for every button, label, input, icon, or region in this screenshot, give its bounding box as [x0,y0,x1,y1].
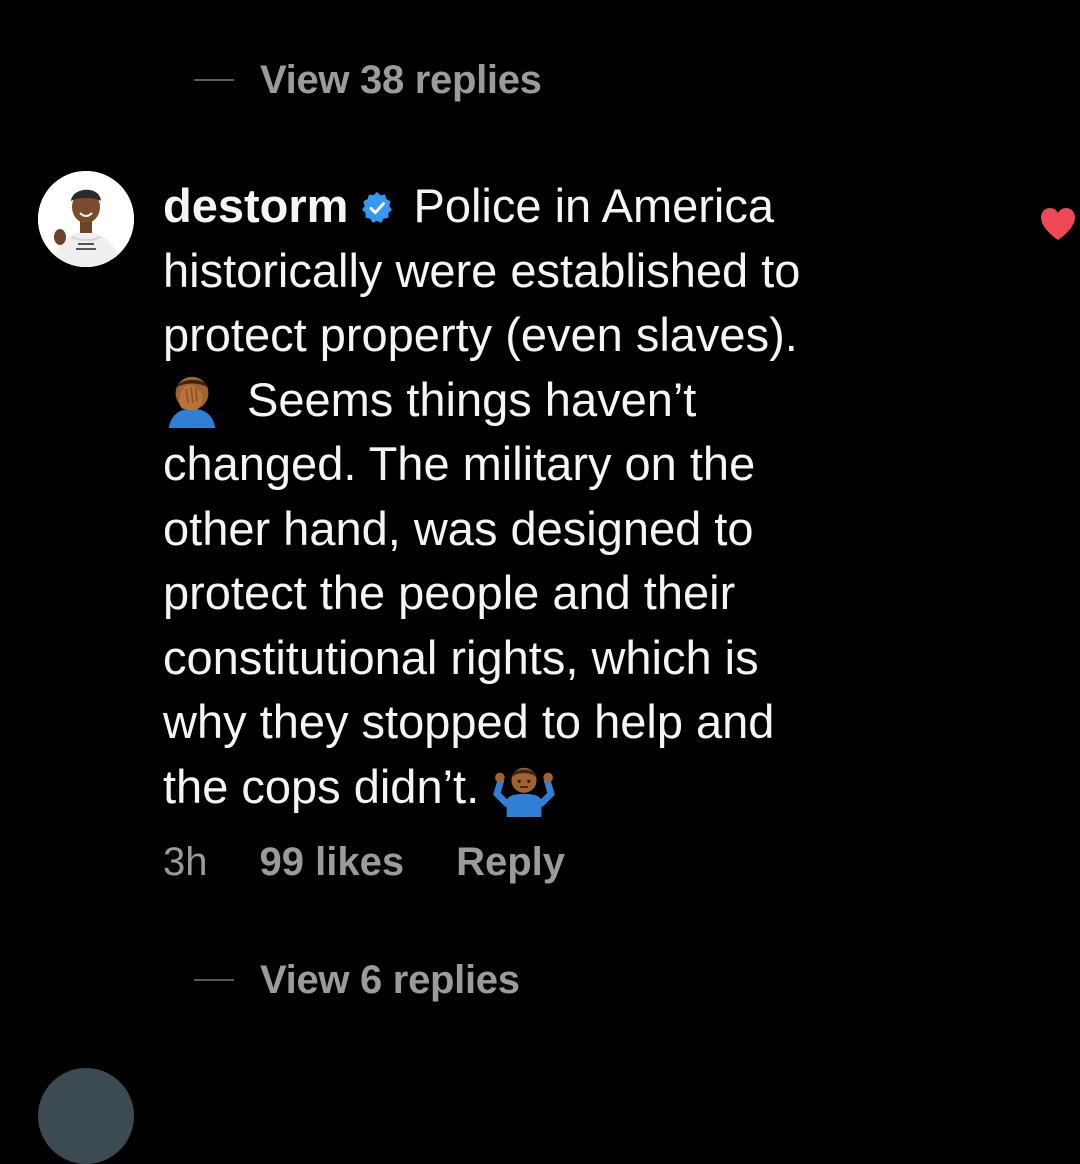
verified-badge-icon [362,191,393,223]
comment-text-line: constitutional rights, which is [163,630,759,684]
view-replies-label: View 38 replies [260,57,542,102]
comment-text-line: Seems things haven’t [247,372,697,426]
view-replies-top[interactable]: View 38 replies [194,50,542,110]
avatar-image [38,171,134,267]
username[interactable]: destorm [163,179,348,232]
heart-icon[interactable] [1039,206,1077,242]
comment-text-line: why they stopped to help and [163,695,775,748]
comment-line-4: Seems things haven’t [163,368,963,433]
comment-text-line: protect the people and their [163,566,736,619]
reply-thread-dash [194,79,234,81]
next-comment-avatar[interactable] [38,1068,134,1164]
likes-count-button[interactable]: 99 likes [260,840,405,885]
avatar[interactable] [38,171,134,267]
comment-timestamp: 3h [163,839,208,884]
comment-body: destorm Police in America historically w… [163,174,963,819]
comment-meta: 3h 99 likes Reply [163,832,565,892]
comment-text-line: changed. The military on the [163,437,756,490]
reply-button[interactable]: Reply [456,840,565,885]
comment-line-1: destorm Police in America [163,174,963,239]
man-shrugging-emoji-icon [493,767,555,817]
comment-text-line: historically were established to [163,243,801,297]
man-facepalming-emoji-icon [168,376,216,428]
view-replies-label: View 6 replies [260,957,520,1002]
view-replies-bottom[interactable]: View 6 replies [194,950,520,1010]
comment-text-line: the cops didn’t. [163,759,480,813]
comment-text-line: Police in America [413,179,775,232]
comment-text-line: other hand, was designed to [163,501,754,555]
comment-line-10: the cops didn’t. [163,755,963,820]
reply-thread-dash [194,979,234,981]
comment-text-line: protect property (even slaves). [163,308,798,361]
